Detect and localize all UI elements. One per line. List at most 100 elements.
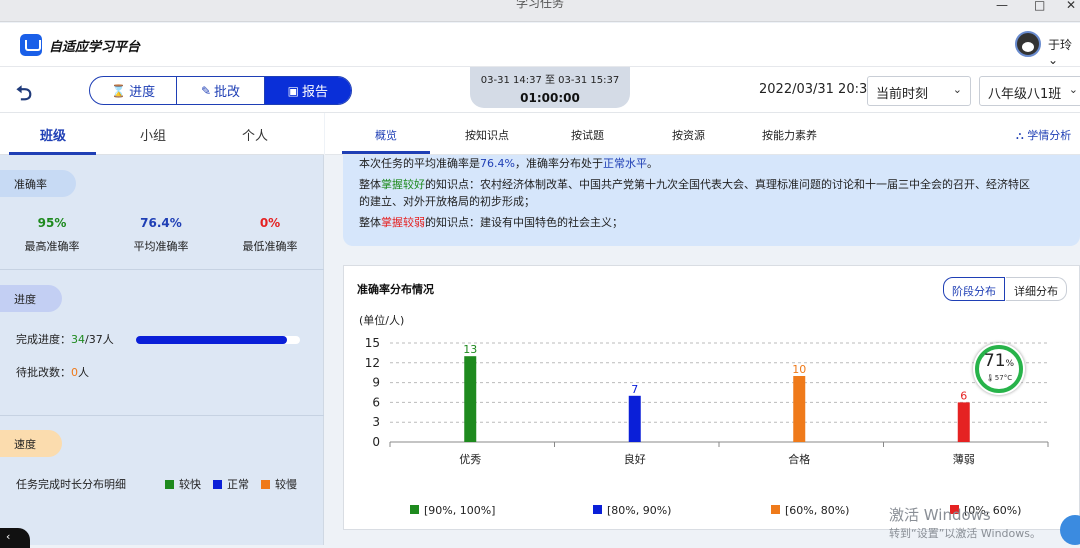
- bar-chart: (单位/人) 0 3 6 9 12 15 13 优秀 7 良好 10 合格 6 薄弱 [90%, 100%] […: [359, 313, 1049, 517]
- gauge-percent: 71%: [973, 351, 1025, 371]
- bar-value-label: 6: [960, 389, 967, 402]
- y-tick-label: 12: [365, 356, 380, 370]
- stat-value: 0%: [259, 216, 281, 230]
- thermometer-icon: 🌡: [985, 374, 995, 382]
- gauge-unit: %: [1005, 359, 1015, 369]
- window-title: 学习任务: [515, 0, 564, 10]
- chevron-left-icon[interactable]: ‹: [0, 528, 30, 548]
- bar-value-label: 10: [792, 363, 806, 376]
- accuracy-pill: 准确率: [0, 170, 76, 197]
- maximize-icon[interactable]: □: [1034, 0, 1045, 12]
- class-select-value: 八年级八1班: [988, 87, 1062, 102]
- moment-select-value: 当前时刻: [876, 87, 929, 102]
- stat-label: 最低准确率: [242, 240, 298, 253]
- pending-label: 待批改数：: [16, 366, 71, 379]
- bar: [957, 402, 970, 442]
- tab-individual[interactable]: 个人: [242, 125, 268, 144]
- bar: [628, 395, 641, 442]
- summary-state: 正常水平: [602, 157, 647, 170]
- hierarchy-icon: ⛬: [1016, 129, 1028, 142]
- summary-text: ，准确率分布处于: [514, 157, 603, 170]
- speed-legend-slow: 较慢: [261, 476, 297, 492]
- user-menu[interactable]: 于玲 ⌄: [1048, 36, 1080, 67]
- speed-pill: 速度: [0, 430, 62, 457]
- y-tick-label: 6: [372, 395, 380, 409]
- summary-text: 的建立、对外开放格局的初步形成；: [359, 195, 535, 208]
- x-tick-label: 薄弱: [953, 452, 975, 466]
- app-header: 自适应学习平台 于玲 ⌄: [0, 23, 1080, 67]
- window-titlebar: 学习任务 — □ ✕: [0, 0, 1080, 22]
- chevron-down-icon: ⌄: [1048, 53, 1059, 67]
- tab-by-question[interactable]: 按试题: [571, 127, 604, 143]
- tab-by-knowledge[interactable]: 按知识点: [465, 127, 509, 143]
- stat-avg: 76.4% 平均准确率: [124, 216, 198, 254]
- tab-analysis-label: 学情分析: [1027, 129, 1072, 142]
- legend-label: [90%, 100%]: [424, 504, 495, 517]
- y-axis-label: (单位/人): [359, 313, 404, 327]
- close-icon[interactable]: ✕: [1066, 0, 1076, 12]
- completion-count: 34: [71, 333, 85, 346]
- y-tick-label: 3: [372, 415, 380, 429]
- tab-group[interactable]: 小组: [140, 125, 166, 144]
- progress-pill: 进度: [0, 285, 62, 312]
- duration: 01:00:00: [520, 91, 580, 105]
- progress-bar-fill: [136, 336, 287, 344]
- user-name: 于玲: [1048, 38, 1073, 52]
- summary-text: 整体: [359, 178, 381, 191]
- segment-grading-button[interactable]: ✎ 批改: [177, 77, 265, 104]
- segment-progress-button[interactable]: ⌛ 进度: [90, 77, 178, 104]
- y-tick-label: 9: [372, 376, 380, 390]
- segment-label: 报告: [301, 85, 328, 100]
- system-monitor-widget[interactable]: 71% 🌡57°C: [973, 343, 1025, 395]
- y-tick-label: 15: [365, 336, 380, 350]
- minimize-icon[interactable]: —: [996, 0, 1008, 12]
- tab-analysis[interactable]: ⛬ 学情分析: [1016, 127, 1071, 143]
- tab-by-resource[interactable]: 按资源: [672, 127, 705, 143]
- x-tick-label: 良好: [624, 452, 646, 466]
- activation-watermark-sub: 转到“设置”以激活 Windows。: [889, 527, 1041, 540]
- avatar[interactable]: [1015, 31, 1041, 57]
- app-logo-icon: [20, 34, 42, 56]
- stat-label: 平均准确率: [133, 240, 189, 253]
- report-icon: ▣: [287, 83, 299, 98]
- speed-label: 任务完成时长分布明细: [16, 478, 126, 491]
- scope-tabs: 班级 小组 个人: [0, 113, 324, 155]
- summary-text: 。: [646, 157, 658, 170]
- tab-class[interactable]: 班级: [40, 125, 66, 144]
- segment-label: 进度: [129, 85, 156, 100]
- report-tabs: 概览 按知识点 按试题 按资源 按能力素养 ⛬ 学情分析: [325, 113, 1080, 155]
- summary-text: 的知识点：建设有中国特色的社会主义；: [425, 216, 623, 229]
- legend-label: 正常: [227, 478, 249, 491]
- tab-overview[interactable]: 概览: [375, 127, 397, 143]
- summary-avg-value: 76.4%: [480, 157, 515, 170]
- back-icon[interactable]: ⮌: [16, 79, 32, 113]
- summary-weak-tag: 掌握较弱: [381, 216, 425, 229]
- segment-report-button[interactable]: ▣ 报告: [264, 77, 351, 104]
- x-tick-label: 优秀: [459, 453, 481, 466]
- speed-section: 速度 任务完成时长分布明细 较快 正常 较慢: [0, 416, 324, 545]
- chevron-down-icon: ⌄: [1068, 83, 1078, 96]
- stat-label: 最高准确率: [24, 240, 80, 253]
- legend-swatch: [593, 505, 602, 514]
- bar: [464, 356, 477, 442]
- x-tick-label: 合格: [788, 452, 810, 466]
- tab-by-competency[interactable]: 按能力素养: [762, 127, 817, 143]
- bar-value-label: 7: [631, 383, 638, 396]
- current-datetime: 2022/03/31 20:34: [759, 82, 876, 97]
- legend-swatch: [410, 505, 419, 514]
- accuracy-distribution-card: 准确率分布情况 阶段分布 详细分布 (单位/人) 0 3 6 9 12 15 13 优秀 7 良好 1…: [343, 265, 1080, 530]
- accuracy-section: 准确率 95% 最高准确率 76.4% 平均准确率 0% 最低准确率: [0, 155, 324, 270]
- left-panel: 班级 小组 个人 准确率 95% 最高准确率 76.4% 平均准确率 0% 最低…: [0, 113, 324, 545]
- pencil-icon: ✎: [200, 83, 212, 98]
- class-select[interactable]: 八年级八1班 ⌄: [979, 76, 1080, 106]
- toolbar: ⮌ ⌛ 进度 ✎ 批改 ▣ 报告 03-31 14:37 至 03-31 15:37 …: [0, 67, 1080, 113]
- floating-action-button[interactable]: [1060, 515, 1080, 545]
- summary-line: 本次任务的平均准确率是76.4%，准确率分布处于正常水平。: [359, 155, 1064, 172]
- chevron-down-icon: ⌄: [952, 83, 962, 96]
- gauge-value: 71: [983, 351, 1006, 371]
- completion-label: 完成进度：: [16, 333, 71, 346]
- legend-label: 较慢: [275, 478, 297, 491]
- moment-select[interactable]: 当前时刻 ⌄: [867, 76, 971, 106]
- pending-unit: 人: [78, 366, 89, 379]
- summary-good-tag: 掌握较好: [381, 178, 425, 191]
